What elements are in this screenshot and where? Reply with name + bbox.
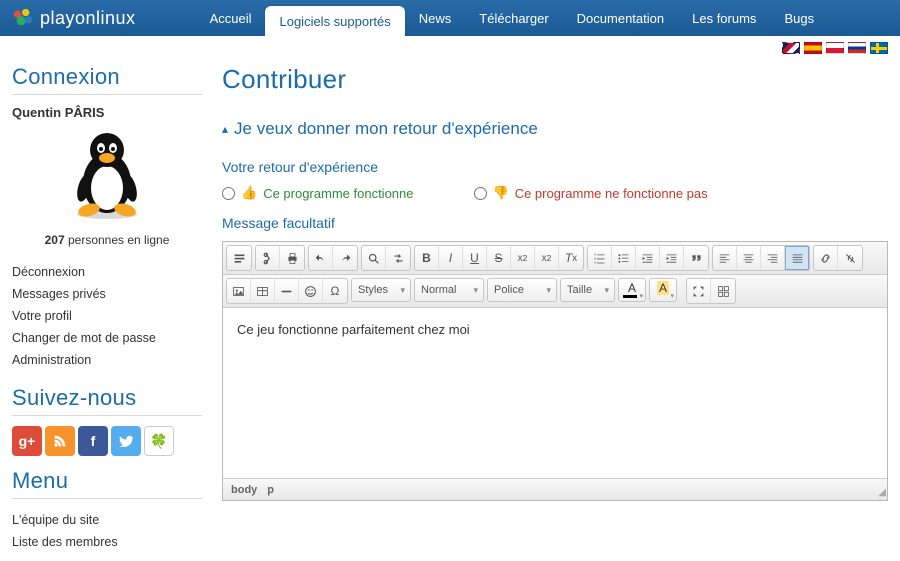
flag-uk-icon[interactable] [782, 42, 800, 54]
font-select[interactable]: Police [487, 278, 557, 302]
bold-icon[interactable]: B [415, 246, 439, 270]
sidebar-menu-title: Menu [12, 468, 202, 499]
print-icon[interactable] [280, 246, 304, 270]
special-char-icon[interactable]: Ω [323, 279, 347, 303]
outdent-icon[interactable] [636, 246, 660, 270]
avatar-tux-icon [67, 128, 147, 223]
link-admin[interactable]: Administration [12, 349, 202, 371]
thumb-up-icon: 👍 [241, 185, 257, 201]
source-icon[interactable] [227, 246, 251, 270]
main-content: Contribuer ▴ Je veux donner mon retour d… [222, 64, 888, 553]
link-password[interactable]: Changer de mot de passe [12, 327, 202, 349]
flag-ru-icon[interactable] [848, 42, 866, 54]
brand-text: playonlinux [40, 8, 136, 29]
bullet-list-icon[interactable] [612, 246, 636, 270]
smiley-icon[interactable] [299, 279, 323, 303]
strike-icon[interactable]: S [487, 246, 511, 270]
replace-icon[interactable] [386, 246, 410, 270]
table-icon[interactable] [251, 279, 275, 303]
show-blocks-icon[interactable] [711, 279, 735, 303]
editor-toolbar-row-1: B I U S x2 x2 Tx [223, 242, 887, 275]
flag-es-icon[interactable] [804, 42, 822, 54]
styles-select[interactable]: Styles [351, 278, 411, 302]
playonlinux-icon [12, 7, 34, 29]
nav-accueil[interactable]: Accueil [196, 0, 266, 36]
account-links: Déconnexion Messages privés Votre profil… [12, 261, 202, 371]
image-icon[interactable] [227, 279, 251, 303]
language-flags [0, 36, 900, 56]
text-color-icon[interactable]: A [618, 278, 646, 302]
resize-grip-icon[interactable]: ◢ [878, 487, 884, 498]
link-profil[interactable]: Votre profil [12, 305, 202, 327]
numbered-list-icon[interactable] [588, 246, 612, 270]
social-icons: g+ f 🍀 [12, 426, 202, 456]
remove-format-icon[interactable]: Tx [559, 246, 583, 270]
menu-links: L'équipe du site Liste des membres [12, 509, 202, 553]
online-count: 207 personnes en ligne [12, 233, 202, 247]
link-icon[interactable] [814, 246, 838, 270]
path-body[interactable]: body [231, 484, 257, 496]
main-nav: Accueil Logiciels supportés News Télécha… [196, 0, 829, 36]
nav-bugs[interactable]: Bugs [770, 0, 828, 36]
editor-content[interactable]: Ce jeu fonctionne parfaitement chez moi [223, 308, 887, 478]
size-select[interactable]: Taille [560, 278, 615, 302]
align-center-icon[interactable] [737, 246, 761, 270]
flag-sv-icon[interactable] [870, 42, 888, 54]
nav-documentation[interactable]: Documentation [563, 0, 678, 36]
link-members[interactable]: Liste des membres [12, 531, 202, 553]
brand-logo[interactable]: playonlinux [12, 7, 136, 29]
nav-telecharger[interactable]: Télécharger [465, 0, 562, 36]
message-label: Message facultatif [222, 215, 888, 231]
link-deconnexion[interactable]: Déconnexion [12, 261, 202, 283]
italic-icon[interactable]: I [439, 246, 463, 270]
bg-color-icon[interactable]: A [649, 278, 677, 302]
rss-icon[interactable] [45, 426, 75, 456]
sidebar-follow-title: Suivez-nous [12, 385, 202, 416]
feedback-label: Votre retour d'expérience [222, 159, 888, 175]
horizontal-rule-icon[interactable] [275, 279, 299, 303]
link-messages[interactable]: Messages privés [12, 283, 202, 305]
username: Quentin PÂRIS [12, 105, 202, 120]
subscript-icon[interactable]: x2 [511, 246, 535, 270]
find-icon[interactable] [362, 246, 386, 270]
top-header: playonlinux Accueil Logiciels supportés … [0, 0, 900, 36]
sidebar: Connexion Quentin PÂRIS 207 p [12, 64, 202, 553]
thumb-down-icon: 👎 [493, 185, 509, 201]
editor-toolbar-row-2: Ω Styles Normal Police Taille A A [223, 275, 887, 308]
cut-icon[interactable] [256, 246, 280, 270]
sidebar-connexion-title: Connexion [12, 64, 202, 95]
nav-news[interactable]: News [405, 0, 466, 36]
indent-icon[interactable] [660, 246, 684, 270]
radio-works-input[interactable] [222, 187, 235, 200]
nav-forums[interactable]: Les forums [678, 0, 770, 36]
accordion-feedback[interactable]: ▴ Je veux donner mon retour d'expérience [222, 113, 888, 145]
radio-fails[interactable]: 👎 Ce programme ne fonctionne pas [474, 185, 708, 201]
nav-logiciels[interactable]: Logiciels supportés [265, 6, 404, 36]
link-team[interactable]: L'équipe du site [12, 509, 202, 531]
blockquote-icon[interactable] [684, 246, 708, 270]
editor-statusbar: body p ◢ [223, 478, 887, 500]
facebook-icon[interactable]: f [78, 426, 108, 456]
undo-icon[interactable] [309, 246, 333, 270]
align-right-icon[interactable] [761, 246, 785, 270]
align-left-icon[interactable] [713, 246, 737, 270]
leaf-icon[interactable]: 🍀 [144, 426, 174, 456]
redo-icon[interactable] [333, 246, 357, 270]
path-p[interactable]: p [267, 484, 274, 496]
superscript-icon[interactable]: x2 [535, 246, 559, 270]
chevron-up-icon: ▴ [222, 122, 228, 136]
maximize-icon[interactable] [687, 279, 711, 303]
radio-fails-input[interactable] [474, 187, 487, 200]
rich-text-editor: B I U S x2 x2 Tx [222, 241, 888, 501]
radio-works[interactable]: 👍 Ce programme fonctionne [222, 185, 414, 201]
underline-icon[interactable]: U [463, 246, 487, 270]
flag-pl-icon[interactable] [826, 42, 844, 54]
twitter-icon[interactable] [111, 426, 141, 456]
format-select[interactable]: Normal [414, 278, 484, 302]
page-title: Contribuer [222, 64, 888, 95]
google-plus-icon[interactable]: g+ [12, 426, 42, 456]
align-justify-icon[interactable] [785, 246, 809, 270]
unlink-icon[interactable] [838, 246, 862, 270]
